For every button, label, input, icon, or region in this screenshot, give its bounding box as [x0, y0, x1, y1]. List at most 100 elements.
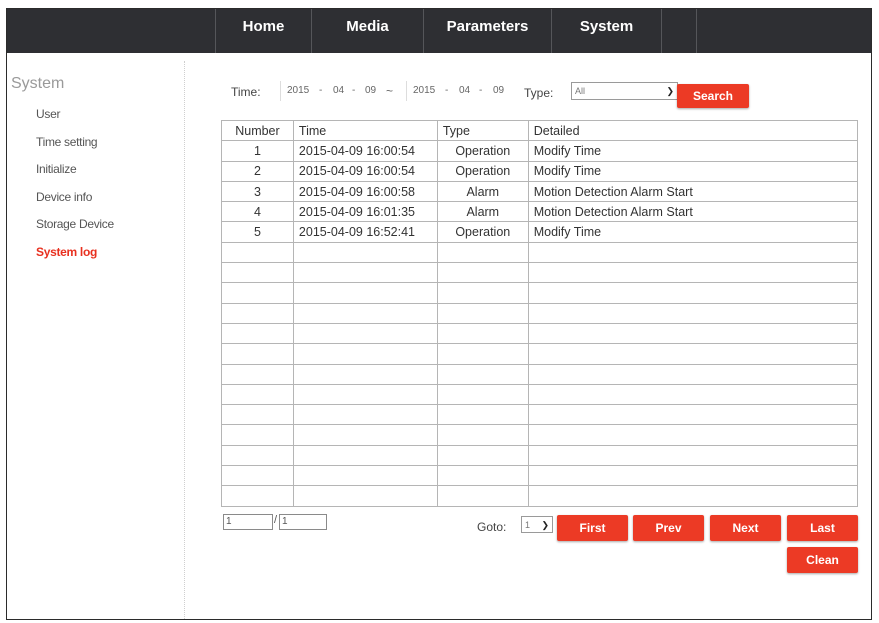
total-pages-field: 1: [279, 514, 327, 530]
from-year-field[interactable]: 2015: [287, 81, 309, 101]
table-row: 3 2015-04-09 16:00:58 Alarm Motion Detec…: [221, 180, 859, 203]
empty-table-row: [221, 363, 859, 385]
empty-table-row: [221, 404, 859, 426]
empty-table-row: [221, 485, 859, 507]
empty-cell: [436, 485, 529, 507]
sidebar-item-time-setting[interactable]: Time setting: [36, 135, 98, 149]
empty-cell: [221, 282, 294, 304]
tab-parameters[interactable]: Parameters: [423, 9, 551, 53]
empty-cell: [527, 302, 859, 324]
empty-cell: [221, 241, 294, 264]
empty-cell: [436, 465, 529, 487]
from-day-field[interactable]: 09: [365, 81, 376, 101]
page-separator: /: [274, 514, 278, 526]
table-row: 4 2015-04-09 16:01:35 Alarm Motion Detec…: [221, 201, 859, 223]
sidebar-item-initialize[interactable]: Initialize: [36, 162, 77, 176]
goto-select[interactable]: 1 ❯: [521, 516, 553, 533]
empty-cell: [292, 241, 438, 264]
cell-time: 2015-04-09 16:00:54: [292, 140, 438, 162]
empty-cell: [436, 282, 529, 304]
empty-cell: [292, 302, 438, 324]
cell-detailed: Modify Time: [527, 160, 859, 182]
empty-cell: [221, 383, 294, 406]
empty-cell: [436, 241, 529, 264]
header-detailed: Detailed: [527, 119, 859, 142]
cell-number: 3: [221, 180, 294, 203]
cell-number: 5: [221, 221, 294, 243]
table-row: 1 2015-04-09 16:00:54 Operation Modify T…: [221, 140, 859, 162]
empty-cell: [436, 424, 529, 446]
header-time: Time: [292, 119, 438, 142]
empty-cell: [527, 383, 859, 406]
empty-table-row: [221, 282, 859, 304]
cell-detailed: Motion Detection Alarm Start: [527, 201, 859, 223]
tab-system[interactable]: System: [551, 9, 661, 53]
empty-cell: [292, 404, 438, 426]
empty-cell: [436, 302, 529, 324]
empty-cell: [292, 444, 438, 467]
empty-cell: [527, 444, 859, 467]
tab-media[interactable]: Media: [311, 9, 423, 53]
first-page-button[interactable]: First: [557, 515, 628, 541]
date-separator: -: [352, 85, 356, 96]
empty-table-row: [221, 444, 859, 467]
last-page-button[interactable]: Last: [787, 515, 858, 541]
current-page-input[interactable]: 1: [223, 514, 273, 530]
chevron-down-icon: ❯: [666, 86, 674, 96]
tab-home[interactable]: Home: [215, 9, 311, 53]
empty-rows: [221, 241, 859, 507]
empty-cell: [221, 404, 294, 426]
to-day-field[interactable]: 09: [493, 81, 504, 101]
to-month-field[interactable]: 04: [459, 81, 470, 101]
clean-button[interactable]: Clean: [787, 547, 858, 573]
empty-table-row: [221, 465, 859, 487]
cell-number: 2: [221, 160, 294, 182]
search-button[interactable]: Search: [677, 84, 749, 108]
empty-cell: [436, 262, 529, 284]
type-select[interactable]: All ❯: [571, 82, 678, 100]
empty-table-row: [221, 241, 859, 264]
cell-number: 1: [221, 140, 294, 162]
to-year-field[interactable]: 2015: [406, 81, 435, 101]
table-header-row: Number Time Type Detailed: [221, 119, 859, 142]
empty-cell: [527, 363, 859, 385]
next-page-button[interactable]: Next: [710, 515, 781, 541]
empty-cell: [221, 424, 294, 446]
sidebar-item-user[interactable]: User: [36, 107, 60, 121]
empty-cell: [221, 322, 294, 345]
prev-page-button[interactable]: Prev: [633, 515, 704, 541]
cell-time: 2015-04-09 16:00:54: [292, 160, 438, 182]
sidebar: System User Time setting Initialize Devi…: [7, 61, 185, 619]
empty-table-row: [221, 302, 859, 324]
empty-cell: [292, 322, 438, 345]
empty-cell: [436, 404, 529, 426]
cell-type: Operation: [436, 160, 529, 182]
cell-type: Operation: [436, 140, 529, 162]
empty-cell: [527, 262, 859, 284]
empty-cell: [221, 262, 294, 284]
empty-cell: [436, 383, 529, 406]
empty-table-row: [221, 343, 859, 365]
sidebar-item-system-log[interactable]: System log: [36, 245, 97, 259]
empty-cell: [221, 343, 294, 365]
sidebar-item-storage-device[interactable]: Storage Device: [36, 217, 114, 231]
cell-detailed: Modify Time: [527, 140, 859, 162]
empty-cell: [292, 343, 438, 365]
empty-cell: [221, 465, 294, 487]
cell-number: 4: [221, 201, 294, 223]
empty-cell: [292, 363, 438, 385]
type-select-value: All: [575, 86, 586, 96]
empty-cell: [292, 383, 438, 406]
date-separator: -: [479, 85, 483, 96]
empty-cell: [527, 322, 859, 345]
from-month-field[interactable]: 04: [333, 81, 344, 101]
date-separator: -: [445, 85, 449, 96]
date-separator: -: [319, 85, 323, 96]
empty-cell: [292, 282, 438, 304]
top-nav-bar: Home Media Parameters System: [7, 9, 871, 53]
sidebar-title: System: [11, 75, 65, 92]
empty-cell: [292, 485, 438, 507]
sidebar-item-device-info[interactable]: Device info: [36, 190, 92, 204]
empty-cell: [292, 262, 438, 284]
empty-cell: [221, 485, 294, 507]
